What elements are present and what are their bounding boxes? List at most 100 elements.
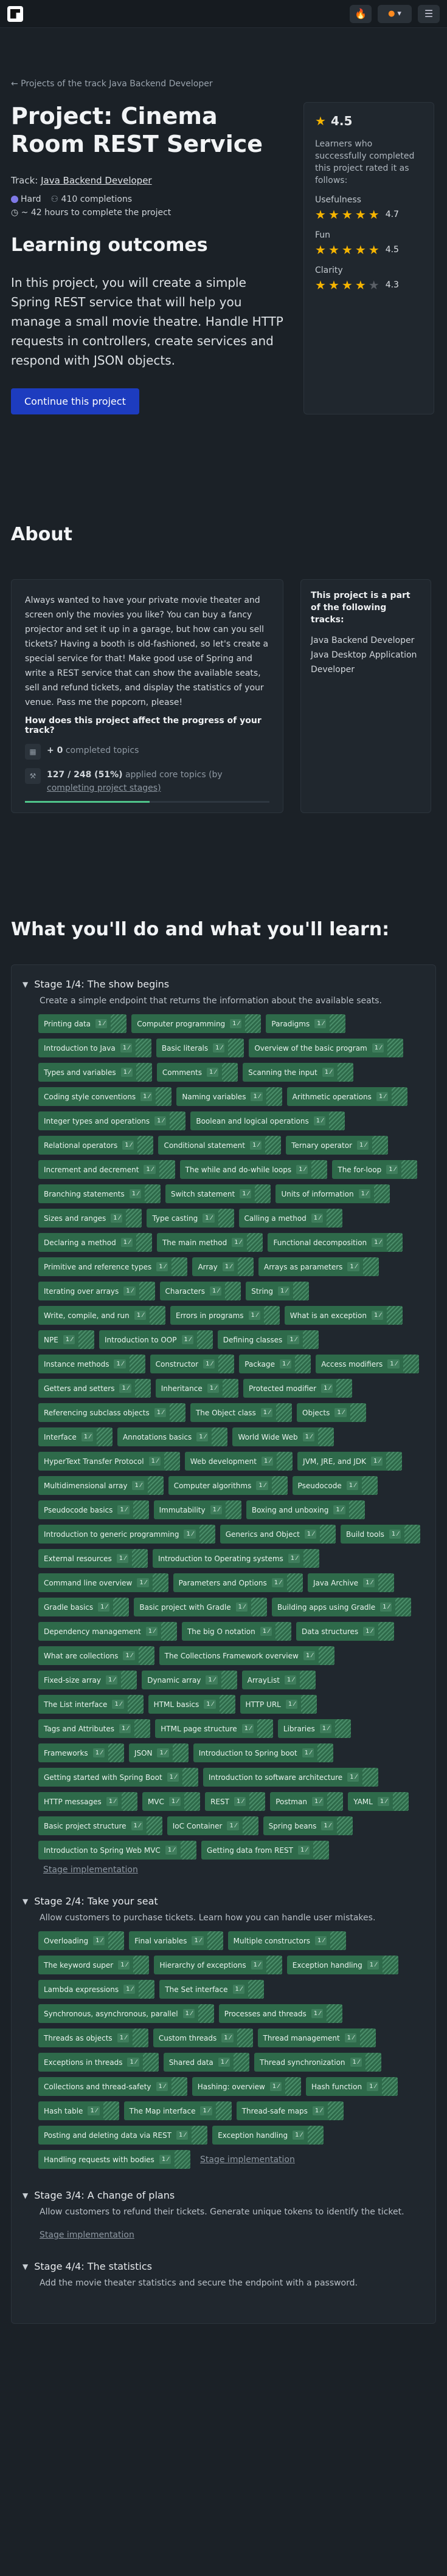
topic-chip[interactable]: Arrays as parameters 1 ⁄ bbox=[258, 1257, 379, 1276]
topic-chip[interactable]: HTML basics 1 ⁄ bbox=[148, 1695, 235, 1714]
topic-chip[interactable]: Inheritance 1 ⁄ bbox=[155, 1379, 238, 1398]
topic-chip[interactable]: Spring beans 1 ⁄ bbox=[263, 1816, 353, 1835]
topic-chip[interactable]: HTTP messages 1 ⁄ bbox=[38, 1792, 137, 1811]
topic-chip[interactable]: Hierarchy of exceptions 1 ⁄ bbox=[154, 1956, 282, 1974]
topic-chip[interactable]: The Map interface 1 ⁄ bbox=[123, 2101, 232, 2120]
topic-chip[interactable]: Branching statements 1 ⁄ bbox=[38, 1184, 161, 1203]
stage-header[interactable]: ▼ Stage 1/4: The show begins bbox=[23, 978, 424, 990]
track-item[interactable]: Java Desktop Application Developer bbox=[311, 648, 421, 677]
stage-implementation-link[interactable]: Stage implementation bbox=[43, 1865, 138, 1875]
topic-chip[interactable]: Collections and thread-safety 1 ⁄ bbox=[38, 2077, 187, 2096]
topic-chip[interactable]: The Collections Framework overview 1 ⁄ bbox=[159, 1646, 335, 1665]
topic-chip[interactable]: Functional decomposition 1 ⁄ bbox=[268, 1233, 403, 1252]
topic-chip[interactable]: Units of information 1 ⁄ bbox=[275, 1184, 390, 1203]
topic-chip[interactable]: External resources 1 ⁄ bbox=[38, 1549, 148, 1568]
topic-chip[interactable]: Defining classes 1 ⁄ bbox=[217, 1330, 319, 1349]
topic-chip[interactable]: Basic project structure 1 ⁄ bbox=[38, 1816, 162, 1835]
topic-chip[interactable]: Computer programming 1 ⁄ bbox=[131, 1014, 262, 1033]
topic-chip[interactable]: Iterating over arrays 1 ⁄ bbox=[38, 1282, 155, 1300]
topic-chip[interactable]: JVM, JRE, and JDK 1 ⁄ bbox=[297, 1452, 403, 1471]
topic-chip[interactable]: HyperText Transfer Protocol 1 ⁄ bbox=[38, 1452, 180, 1471]
topic-chip[interactable]: Getting started with Spring Boot 1 ⁄ bbox=[38, 1768, 198, 1787]
topic-chip[interactable]: REST 1 ⁄ bbox=[205, 1792, 266, 1811]
topic-chip[interactable]: YAML 1 ⁄ bbox=[348, 1792, 409, 1811]
topic-chip[interactable]: Building apps using Gradle 1 ⁄ bbox=[271, 1598, 412, 1616]
topic-chip[interactable]: Gradle basics 1 ⁄ bbox=[38, 1598, 130, 1616]
topic-chip[interactable]: Custom threads 1 ⁄ bbox=[153, 2028, 253, 2047]
topic-chip[interactable]: What are collections 1 ⁄ bbox=[38, 1646, 154, 1665]
track-link[interactable]: Java Backend Developer bbox=[41, 175, 152, 186]
topic-chip[interactable]: Increment and decrement 1 ⁄ bbox=[38, 1160, 175, 1179]
topic-chip[interactable]: Generics and Object 1 ⁄ bbox=[220, 1525, 336, 1544]
logo[interactable] bbox=[7, 5, 23, 22]
topic-chip[interactable]: Relational operators 1 ⁄ bbox=[38, 1136, 154, 1155]
stage-implementation-link[interactable]: Stage implementation bbox=[40, 2230, 424, 2240]
topic-chip[interactable]: Thread synchronization 1 ⁄ bbox=[254, 2053, 381, 2072]
topic-chip[interactable]: Basic project with Gradle 1 ⁄ bbox=[134, 1598, 267, 1616]
topic-chip[interactable]: Exceptions in threads 1 ⁄ bbox=[38, 2053, 159, 2072]
topic-chip[interactable]: Getting data from REST 1 ⁄ bbox=[201, 1841, 330, 1860]
topic-chip[interactable]: Constructor 1 ⁄ bbox=[150, 1355, 235, 1373]
topic-chip[interactable]: Introduction to OOP 1 ⁄ bbox=[99, 1330, 213, 1349]
topic-chip[interactable]: Types and variables 1 ⁄ bbox=[38, 1063, 152, 1082]
topic-chip[interactable]: Posting and deleting data via REST 1 ⁄ bbox=[38, 2126, 208, 2145]
topic-chip[interactable]: Ternary operator 1 ⁄ bbox=[286, 1136, 389, 1155]
topic-chip[interactable]: Referencing subclass objects 1 ⁄ bbox=[38, 1403, 185, 1422]
topic-chip[interactable]: Introduction to software architecture 1 ⁄ bbox=[203, 1768, 379, 1787]
topic-chip[interactable]: Integer types and operations 1 ⁄ bbox=[38, 1111, 186, 1130]
topic-chip[interactable]: Overview of the basic program 1 ⁄ bbox=[249, 1039, 403, 1057]
topic-chip[interactable]: Lambda expressions 1 ⁄ bbox=[38, 1980, 155, 1999]
topic-chip[interactable]: Type casting 1 ⁄ bbox=[147, 1209, 234, 1228]
topic-chip[interactable]: Naming variables 1 ⁄ bbox=[176, 1087, 282, 1106]
topic-chip[interactable]: Sizes and ranges 1 ⁄ bbox=[38, 1209, 142, 1228]
track-item[interactable]: Java Backend Developer bbox=[311, 633, 421, 648]
topic-chip[interactable]: World Wide Web 1 ⁄ bbox=[232, 1427, 334, 1446]
topic-chip[interactable]: Multidimensional array 1 ⁄ bbox=[38, 1476, 164, 1495]
topic-chip[interactable]: Declaring a method 1 ⁄ bbox=[38, 1233, 152, 1252]
topic-chip[interactable]: Postman 1 ⁄ bbox=[270, 1792, 344, 1811]
topic-chip[interactable]: Primitive and reference types 1 ⁄ bbox=[38, 1257, 188, 1276]
topic-chip[interactable]: Web development 1 ⁄ bbox=[184, 1452, 293, 1471]
topic-chip[interactable]: Processes and threads 1 ⁄ bbox=[218, 2004, 342, 2023]
topic-chip[interactable]: NPE 1 ⁄ bbox=[38, 1330, 95, 1349]
topic-chip[interactable]: Package 1 ⁄ bbox=[239, 1355, 311, 1373]
topic-chip[interactable]: Protected modifier 1 ⁄ bbox=[243, 1379, 353, 1398]
applied-link[interactable]: completing project stages) bbox=[47, 783, 161, 793]
topic-chip[interactable]: The keyword super 1 ⁄ bbox=[38, 1956, 150, 1974]
topic-chip[interactable]: Pseudocode basics 1 ⁄ bbox=[38, 1500, 149, 1519]
topic-chip[interactable]: Final variables 1 ⁄ bbox=[129, 1931, 223, 1950]
topic-chip[interactable]: HTTP URL 1 ⁄ bbox=[240, 1695, 317, 1714]
continue-button[interactable]: Continue this project bbox=[11, 388, 139, 414]
topic-chip[interactable]: Frameworks 1 ⁄ bbox=[38, 1743, 124, 1762]
topic-chip[interactable]: Overloading 1 ⁄ bbox=[38, 1931, 125, 1950]
topic-chip[interactable]: Build tools 1 ⁄ bbox=[341, 1525, 421, 1544]
topic-chip[interactable]: HTML page structure 1 ⁄ bbox=[155, 1719, 273, 1738]
topic-chip[interactable]: The while and do-while loops 1 ⁄ bbox=[179, 1160, 328, 1179]
topic-chip[interactable]: Instance methods 1 ⁄ bbox=[38, 1355, 145, 1373]
topic-chip[interactable]: Introduction to Spring Web MVC 1 ⁄ bbox=[38, 1841, 197, 1860]
avatar[interactable]: ● ▾ bbox=[378, 4, 412, 23]
topic-chip[interactable]: Access modifiers 1 ⁄ bbox=[316, 1355, 419, 1373]
topic-chip[interactable]: The List interface 1 ⁄ bbox=[38, 1695, 144, 1714]
topic-chip[interactable]: Dynamic array 1 ⁄ bbox=[142, 1671, 237, 1689]
topic-chip[interactable]: Calling a method 1 ⁄ bbox=[238, 1209, 343, 1228]
topic-chip[interactable]: Tags and Attributes 1 ⁄ bbox=[38, 1719, 151, 1738]
topic-chip[interactable]: The Set interface 1 ⁄ bbox=[159, 1980, 264, 1999]
topic-chip[interactable]: Annotations basics 1 ⁄ bbox=[117, 1427, 228, 1446]
topic-chip[interactable]: IoC Container 1 ⁄ bbox=[167, 1816, 258, 1835]
topic-chip[interactable]: Hash table 1 ⁄ bbox=[38, 2101, 119, 2120]
topic-chip[interactable]: JSON 1 ⁄ bbox=[128, 1743, 189, 1762]
topic-chip[interactable]: Shared data 1 ⁄ bbox=[163, 2053, 249, 2072]
stage-header[interactable]: ▼ Stage 4/4: The statistics bbox=[23, 2261, 424, 2272]
topic-chip[interactable]: Data structures 1 ⁄ bbox=[296, 1622, 395, 1641]
topic-chip[interactable]: Characters 1 ⁄ bbox=[159, 1282, 241, 1300]
topic-chip[interactable]: Printing data 1 ⁄ bbox=[38, 1014, 127, 1033]
topic-chip[interactable]: Synchronous, asynchronous, parallel 1 ⁄ bbox=[38, 2004, 214, 2023]
topic-chip[interactable]: Fixed-size array 1 ⁄ bbox=[38, 1671, 137, 1689]
topic-chip[interactable]: Coding style conventions 1 ⁄ bbox=[38, 1087, 172, 1106]
streak-button[interactable]: 🔥 bbox=[350, 4, 372, 23]
topic-chip[interactable]: Boolean and logical operations 1 ⁄ bbox=[190, 1111, 345, 1130]
stage-header[interactable]: ▼ Stage 3/4: A change of plans bbox=[23, 2190, 424, 2201]
topic-chip[interactable]: Command line overview 1 ⁄ bbox=[38, 1573, 168, 1592]
topic-chip[interactable]: Objects 1 ⁄ bbox=[297, 1403, 366, 1422]
